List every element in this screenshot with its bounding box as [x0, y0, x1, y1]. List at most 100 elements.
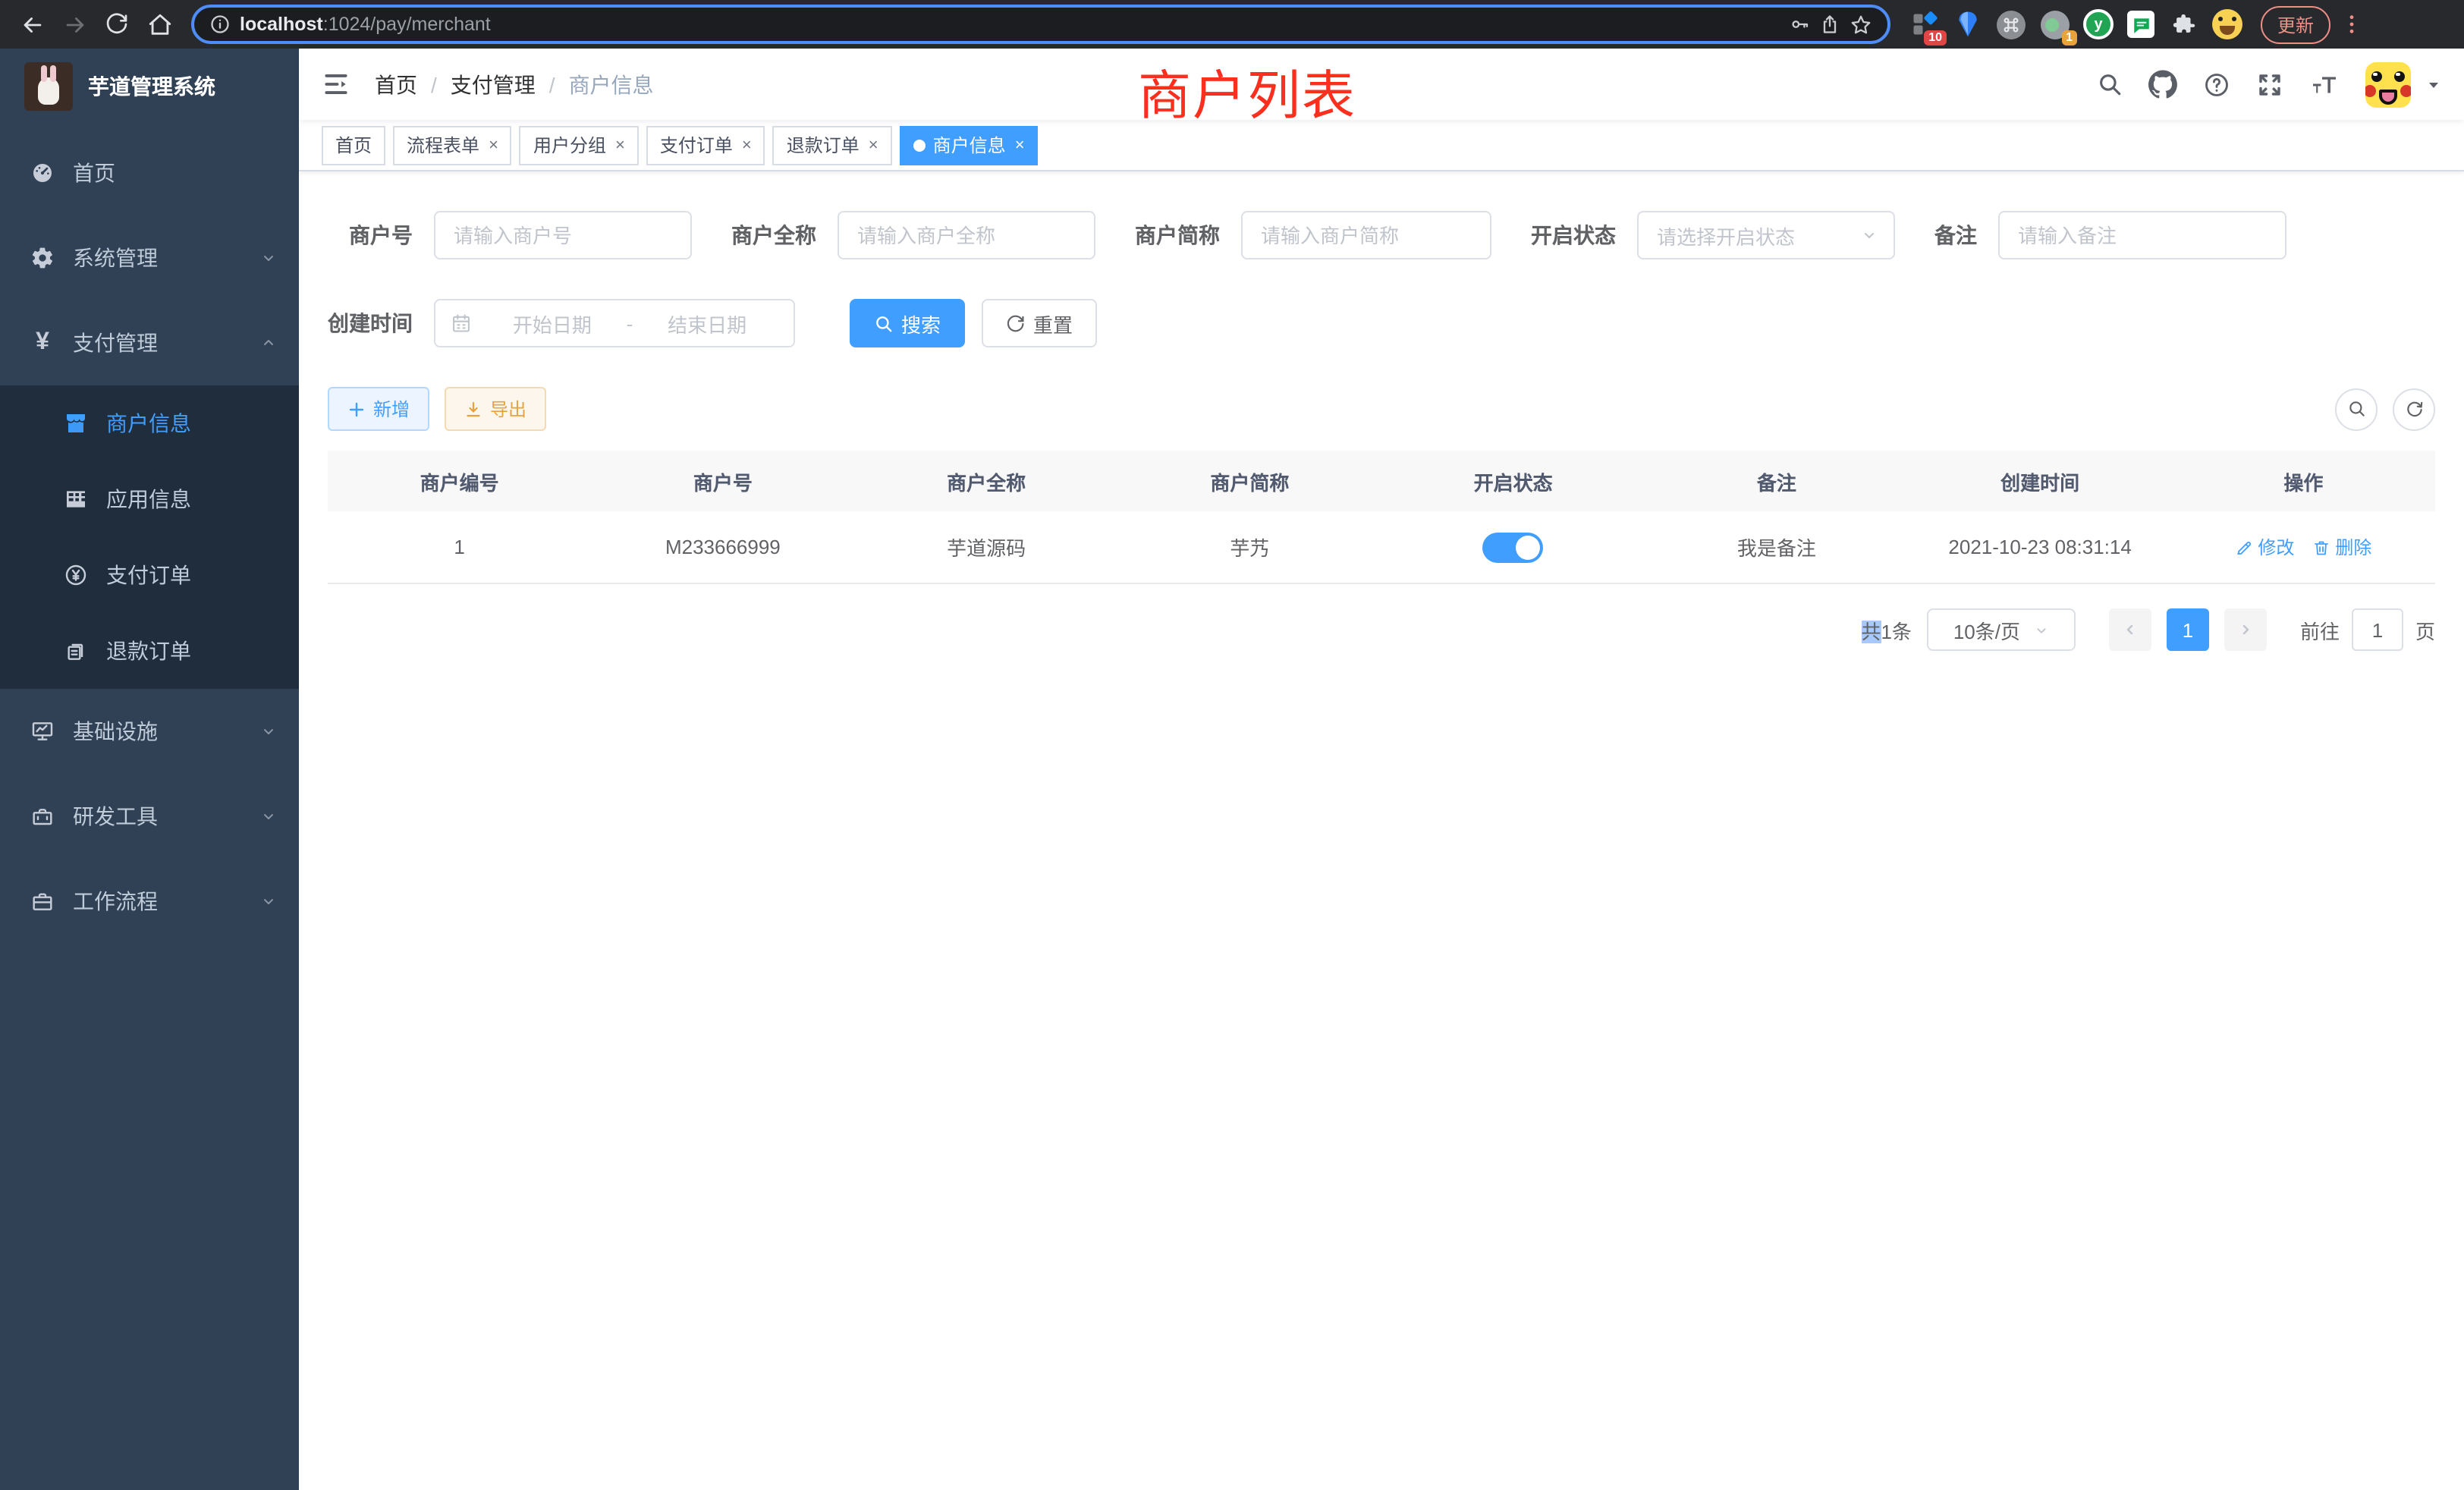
tab-refund-order[interactable]: 退款订单× [773, 125, 892, 165]
tab-user-group[interactable]: 用户分组 × [520, 125, 639, 165]
sidebar-item-system[interactable]: 系统管理 [0, 215, 299, 300]
add-button[interactable]: 新增 [328, 387, 429, 431]
chevron-down-icon [259, 892, 278, 910]
sidebar-item-payment[interactable]: ¥ 支付管理 [0, 300, 299, 385]
sidebar-item-workflow[interactable]: 工作流程 [0, 859, 299, 944]
browser-back-button[interactable] [12, 5, 52, 44]
short-name-input[interactable] [1241, 211, 1491, 259]
tab-merchant-info[interactable]: 商户信息× [900, 125, 1039, 165]
delete-link[interactable]: 删除 [2312, 534, 2371, 560]
browser-update-button[interactable]: 更新 [2261, 5, 2330, 43]
extension-grid-icon[interactable]: 10 [1909, 9, 1939, 39]
next-page-button[interactable] [2224, 608, 2267, 651]
fullscreen-icon[interactable] [2256, 71, 2283, 98]
browser-menu-icon[interactable] [2340, 12, 2364, 36]
chevron-down-icon [259, 807, 278, 825]
password-key-icon[interactable] [1789, 14, 1810, 35]
sidebar-menu: 首页 系统管理 ¥ 支付管理 [0, 130, 299, 944]
browser-forward-button[interactable] [55, 5, 94, 44]
search-button[interactable]: 搜索 [850, 299, 965, 347]
extension-balloon-icon[interactable] [1953, 9, 1983, 39]
close-icon[interactable]: × [869, 136, 878, 154]
extension-emoji-icon[interactable] [2212, 9, 2242, 39]
font-size-icon[interactable] [2309, 71, 2340, 98]
logo-rabbit-avatar [24, 62, 73, 111]
monitor-chart-icon [30, 719, 55, 743]
toggle-search-button[interactable] [2335, 388, 2378, 430]
sidebar-item-label: 研发工具 [73, 801, 158, 831]
shop-icon [64, 411, 88, 435]
close-icon[interactable]: × [742, 136, 752, 154]
extension-y-icon[interactable]: y [2083, 9, 2114, 39]
address-bar[interactable]: localhost:1024/pay/merchant [191, 5, 1890, 44]
field-label: 商户全称 [731, 220, 816, 250]
share-icon[interactable] [1819, 14, 1840, 35]
prev-page-button[interactable] [2109, 608, 2151, 651]
header-search-icon[interactable] [2097, 71, 2123, 97]
tab-label: 用户分组 [533, 132, 606, 158]
bookmark-star-icon[interactable] [1850, 13, 1872, 36]
sidebar-item-merchant-info[interactable]: 商户信息 [0, 385, 299, 461]
close-icon[interactable]: × [489, 136, 498, 154]
breadcrumb-home[interactable]: 首页 [375, 69, 417, 99]
tab-process-form[interactable]: 流程表单× [393, 125, 512, 165]
browser-reload-button[interactable] [97, 5, 137, 44]
total-suffix: 条 [1892, 620, 1912, 643]
cell-actions: 修改 删除 [2172, 534, 2435, 560]
status-toggle[interactable] [1483, 532, 1544, 562]
app-logo[interactable]: 芋道管理系统 [0, 49, 299, 124]
status-select[interactable]: 请选择开启状态 [1637, 211, 1895, 259]
page-1-button[interactable]: 1 [2167, 608, 2209, 651]
sidebar-item-app-info[interactable]: 应用信息 [0, 461, 299, 537]
github-icon[interactable] [2148, 70, 2177, 99]
extension-target-icon[interactable]: 1 [2039, 9, 2070, 39]
goto-label: 前往 [2300, 615, 2340, 644]
tab-home[interactable]: 首页 [322, 125, 385, 165]
sidebar-item-home[interactable]: 首页 [0, 130, 299, 215]
full-name-input[interactable] [838, 211, 1095, 259]
close-icon[interactable]: × [1015, 136, 1025, 154]
goto-page-input[interactable] [2352, 608, 2403, 651]
sidebar-toggle-icon[interactable] [322, 70, 350, 99]
caret-down-icon[interactable] [2425, 75, 2443, 93]
user-avatar[interactable] [2365, 61, 2411, 107]
site-info-icon[interactable] [209, 14, 231, 35]
merchant-no-input[interactable] [434, 211, 692, 259]
date-range-picker[interactable]: 开始日期 - 结束日期 [434, 299, 795, 347]
tab-pay-order[interactable]: 支付订单× [646, 125, 765, 165]
screen: localhost:1024/pay/merchant 10 [0, 0, 2464, 1490]
total-count: 1 [1881, 620, 1891, 643]
toolbox-icon [30, 804, 55, 828]
extensions-puzzle-icon[interactable] [2168, 9, 2198, 39]
sidebar-item-refund-order[interactable]: 退款订单 [0, 613, 299, 689]
close-icon[interactable]: × [615, 136, 625, 154]
remark-input[interactable] [1998, 211, 2286, 259]
app-title: 芋道管理系统 [88, 71, 215, 102]
field-label: 商户简称 [1135, 220, 1220, 250]
total-prefix: 共 [1861, 620, 1881, 643]
edit-link[interactable]: 修改 [2235, 534, 2294, 560]
merchant-table: 商户编号 商户号 商户全称 商户简称 开启状态 备注 创建时间 操作 1 M23… [328, 451, 2435, 584]
help-icon[interactable] [2203, 71, 2230, 98]
reset-button[interactable]: 重置 [982, 299, 1097, 347]
page-size-select[interactable]: 10条/页 [1927, 608, 2076, 651]
sidebar-item-label: 系统管理 [73, 243, 158, 273]
export-button-label: 导出 [490, 396, 526, 422]
breadcrumb-section[interactable]: 支付管理 [451, 69, 536, 99]
sidebar-item-dev-tools[interactable]: 研发工具 [0, 774, 299, 859]
sidebar-item-pay-order[interactable]: 支付订单 [0, 537, 299, 613]
export-button[interactable]: 导出 [445, 387, 546, 431]
back-arrow-icon [19, 11, 45, 37]
extension-chat-icon[interactable] [2127, 11, 2154, 38]
breadcrumb-current: 商户信息 [569, 69, 654, 99]
chevron-down-icon [1860, 226, 1878, 244]
sidebar-item-infrastructure[interactable]: 基础设施 [0, 689, 299, 774]
top-navbar: 首页 / 支付管理 / 商户信息 [299, 49, 2464, 120]
sidebar-item-label: 商户信息 [106, 408, 191, 439]
breadcrumb: 首页 / 支付管理 / 商户信息 [375, 69, 654, 99]
refresh-table-button[interactable] [2393, 388, 2435, 430]
plus-icon [347, 400, 366, 418]
extensions-strip: 10 1 y [1909, 9, 2242, 39]
browser-home-button[interactable] [140, 5, 179, 44]
extension-command-icon[interactable] [1997, 10, 2026, 39]
